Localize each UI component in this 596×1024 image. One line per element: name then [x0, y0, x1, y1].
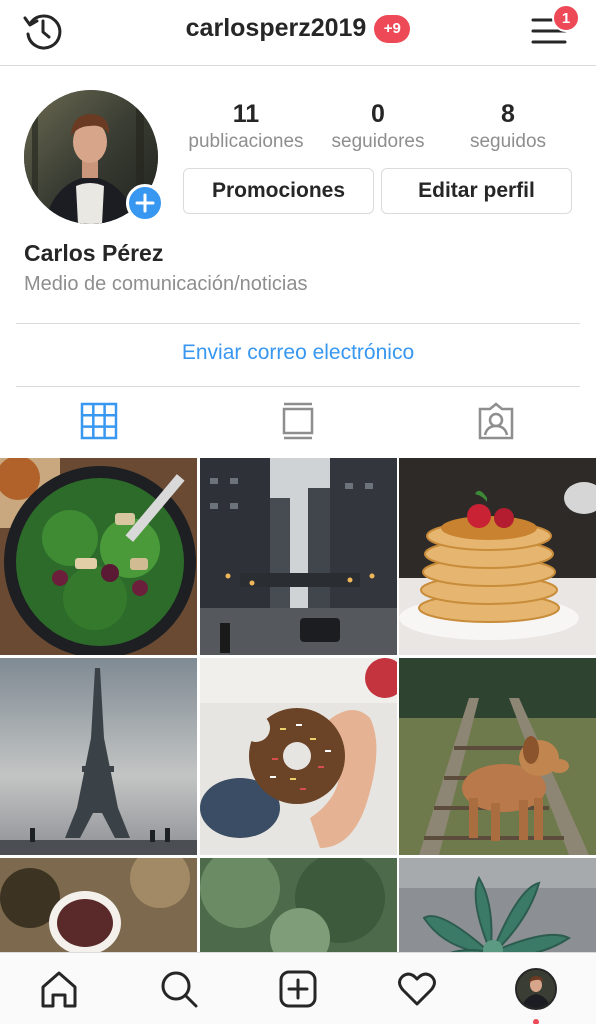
nav-profile[interactable]	[512, 965, 560, 1024]
activity-heart-icon	[398, 972, 436, 1006]
foliage-photo[interactable]	[200, 858, 397, 952]
profile-full-name: Carlos Pérez	[24, 240, 164, 266]
stat-following-label: seguidos	[469, 131, 547, 152]
feed-icon	[282, 402, 314, 440]
stat-followers[interactable]: 0 seguidores	[312, 98, 444, 154]
profile-tabs	[0, 388, 596, 454]
tagged-icon	[478, 402, 514, 440]
nav-activity[interactable]	[393, 965, 441, 1013]
coffee-cup-photo[interactable]	[0, 858, 197, 952]
stat-posts-label: publicaciones	[188, 131, 304, 152]
stat-posts[interactable]: 11 publicaciones	[180, 98, 312, 154]
grid-icon	[80, 402, 118, 440]
profile-avatar-icon	[515, 968, 557, 1010]
stat-posts-value: 11	[232, 100, 260, 128]
stat-followers-value: 0	[371, 100, 385, 128]
new-post-icon	[279, 970, 317, 1008]
search-icon	[161, 971, 198, 1008]
succulent-photo[interactable]	[399, 858, 596, 952]
donut-photo[interactable]	[200, 658, 397, 855]
notification-pill[interactable]: +9	[374, 14, 411, 43]
nav-new-post[interactable]	[274, 965, 322, 1013]
photo-grid	[0, 458, 596, 952]
tab-grid[interactable]	[71, 398, 127, 444]
divider	[16, 323, 580, 324]
account-switcher[interactable]: carlosperz2019 +9	[0, 14, 596, 43]
salad-photo[interactable]	[0, 458, 197, 655]
promotions-button[interactable]: Promociones	[183, 168, 374, 214]
divider	[16, 386, 580, 387]
email-contact-link[interactable]: Enviar correo electrónico	[0, 341, 596, 365]
menu-badge: 1	[552, 4, 580, 32]
stat-following[interactable]: 8 seguidos	[442, 98, 574, 154]
hamburger-menu-icon[interactable]: 1	[524, 4, 580, 54]
plus-icon	[135, 193, 155, 213]
profile-stats: 11 publicaciones 0 seguidores 8 seguidos	[180, 98, 580, 158]
nav-search[interactable]	[155, 965, 203, 1013]
stat-followers-label: seguidores	[331, 131, 425, 152]
top-bar: carlosperz2019 +9 1	[0, 0, 596, 66]
bottom-navigation	[0, 952, 596, 1024]
tab-tagged[interactable]	[468, 398, 524, 444]
edit-profile-button[interactable]: Editar perfil	[381, 168, 572, 214]
pancakes-photo[interactable]	[399, 458, 596, 655]
city-street-photo[interactable]	[200, 458, 397, 655]
profile-category: Medio de comunicación/noticias	[24, 273, 308, 295]
stat-following-value: 8	[501, 100, 515, 128]
username-title[interactable]: carlosperz2019	[186, 14, 367, 43]
nav-home[interactable]	[35, 965, 83, 1013]
eiffel-tower-photo[interactable]	[0, 658, 197, 855]
add-story-button[interactable]	[126, 184, 164, 222]
dog-on-tracks-photo[interactable]	[399, 658, 596, 855]
notification-dot	[533, 1019, 539, 1024]
home-icon	[41, 971, 77, 1008]
tab-feed[interactable]	[270, 398, 326, 444]
